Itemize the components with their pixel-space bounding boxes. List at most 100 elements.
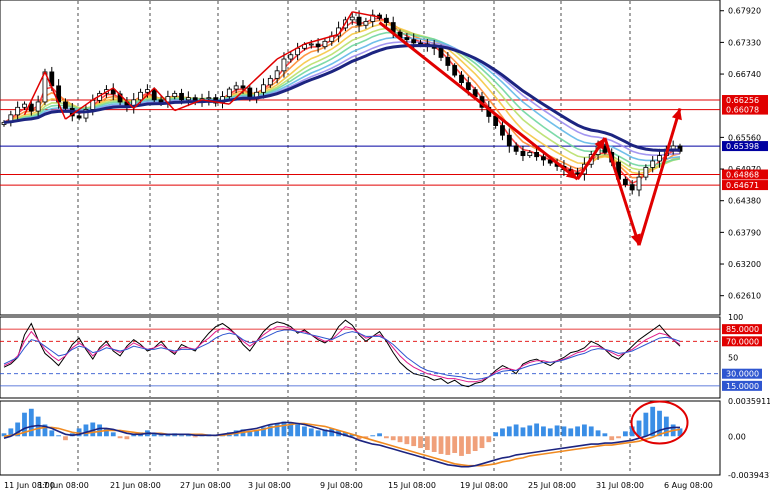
- macd-histogram-bar: [465, 436, 471, 454]
- candle-body: [356, 16, 362, 26]
- macd-tick-label: 0.0035911: [728, 397, 770, 406]
- candle-body: [465, 82, 471, 91]
- macd-histogram-bar: [295, 424, 301, 437]
- candle-body: [452, 65, 458, 76]
- candle-body: [657, 155, 662, 162]
- macd-histogram-bar: [315, 430, 321, 437]
- macd-histogram-bar: [179, 435, 184, 437]
- candle-body: [274, 70, 280, 79]
- candle-body: [206, 97, 212, 100]
- macd-histogram-bar: [390, 436, 396, 441]
- time-tick-label: 6 Aug 08:00: [664, 481, 713, 490]
- candle-body: [267, 77, 273, 86]
- macd-histogram-bar: [28, 408, 34, 437]
- macd-histogram-bar: [431, 436, 437, 452]
- macd-histogram-bar: [513, 424, 519, 437]
- macd-histogram-bar: [158, 435, 164, 437]
- macd-histogram-bar: [49, 430, 55, 437]
- time-tick-label: 15 Jul 08:00: [388, 481, 436, 490]
- badge-label: 0.66078: [726, 106, 759, 115]
- macd-histogram-bar: [486, 436, 492, 443]
- macd-histogram-bar: [397, 436, 403, 443]
- candle-body: [138, 91, 143, 101]
- macd-histogram-bar: [281, 421, 287, 437]
- candle-body: [629, 184, 635, 191]
- price-level-badge: 0.64671: [722, 180, 768, 191]
- candle-body: [185, 97, 191, 101]
- time-tick-label: 17 Jun 08:00: [38, 481, 89, 490]
- price-tick-label: 0.63790: [728, 228, 761, 237]
- macd-histogram-bar: [500, 428, 505, 437]
- macd-histogram-bar: [424, 436, 430, 451]
- stochastic-level-badge: 85.0000: [722, 324, 762, 335]
- macd-histogram-bar: [445, 436, 451, 455]
- macd-histogram-bar: [657, 410, 662, 437]
- candle-body: [513, 145, 519, 152]
- candle-body: [622, 178, 628, 185]
- time-tick-label: 27 Jun 08:00: [180, 481, 231, 490]
- macd-histogram-bar: [568, 428, 574, 437]
- macd-histogram-bar: [506, 426, 512, 437]
- macd-histogram-bar: [63, 436, 68, 441]
- stochastic-level-badge: 15.0000: [722, 380, 762, 391]
- badge-label: 0.64671: [726, 181, 759, 190]
- macd-histogram-bar: [472, 436, 478, 452]
- macd-tick-label: 0.00: [728, 432, 746, 441]
- candle-body: [22, 103, 27, 108]
- badge-label: 0.65398: [726, 142, 759, 151]
- candle-body: [575, 172, 580, 175]
- candle-body: [650, 160, 656, 168]
- candle-body: [534, 152, 540, 158]
- candle-body: [63, 101, 68, 109]
- macd-histogram-bar: [110, 432, 116, 437]
- badge-label: 0.64868: [726, 171, 759, 180]
- price-tick-label: 0.67920: [728, 7, 761, 16]
- price-level-badge: 0.66256: [722, 95, 768, 106]
- candle-body: [349, 16, 355, 21]
- candle-body: [226, 88, 232, 97]
- macd-histogram-bar: [534, 423, 540, 437]
- macd-histogram-bar: [411, 436, 417, 447]
- candle-body: [281, 58, 287, 72]
- time-axis: 11 Jun 08:0017 Jun 08:00 21 Jun 08:00 27 J…: [4, 481, 713, 490]
- price-tick-label: 0.67330: [728, 38, 761, 47]
- price-tick-label: 0.63200: [728, 260, 761, 269]
- macd-histogram-bar: [56, 435, 62, 437]
- candle-body: [438, 47, 444, 58]
- macd-histogram-bar: [452, 436, 458, 453]
- macd-histogram-bar: [124, 436, 130, 440]
- chart-window: 0.67920 0.67330 0.66740 0.66256 0.66078 0.655…: [0, 0, 770, 495]
- stochastic-level-badge: 70.0000: [722, 336, 762, 347]
- candle-body: [520, 150, 526, 157]
- candle-body: [35, 101, 41, 112]
- macd-histogram-bar: [547, 428, 553, 437]
- time-tick-label: 21 Jun 08:00: [110, 481, 161, 490]
- macd-histogram-bar: [418, 436, 423, 449]
- macd-histogram-bar: [602, 433, 608, 437]
- candle-body: [172, 92, 178, 97]
- badge-label: 0.66256: [726, 96, 759, 105]
- candle-body: [288, 54, 294, 60]
- candle-body: [363, 21, 369, 26]
- candle-body: [76, 115, 82, 119]
- macd-histogram-bar: [404, 436, 410, 445]
- macd-histogram-bar: [636, 420, 642, 437]
- stochastic-tick-label: 100: [728, 313, 743, 322]
- price-tick-label: 0.66740: [728, 70, 761, 79]
- candle-body: [506, 134, 512, 147]
- candle-body: [233, 85, 239, 90]
- stochastic-level-badge: 30.0000: [722, 368, 762, 379]
- candle-body: [459, 74, 464, 84]
- macd-histogram-bar: [377, 433, 382, 437]
- candle-body: [315, 43, 321, 48]
- price-tick-label: 0.64380: [728, 197, 761, 206]
- macd-histogram-bar: [588, 426, 594, 437]
- candle-body: [636, 176, 642, 191]
- macd-histogram-bar: [643, 412, 649, 437]
- candle-body: [493, 116, 499, 126]
- time-tick-label: 25 Jul 08:00: [528, 481, 576, 490]
- macd-histogram-bar: [438, 436, 444, 454]
- candle-body: [411, 39, 417, 44]
- candle-body: [643, 167, 649, 178]
- candle-body: [240, 85, 246, 89]
